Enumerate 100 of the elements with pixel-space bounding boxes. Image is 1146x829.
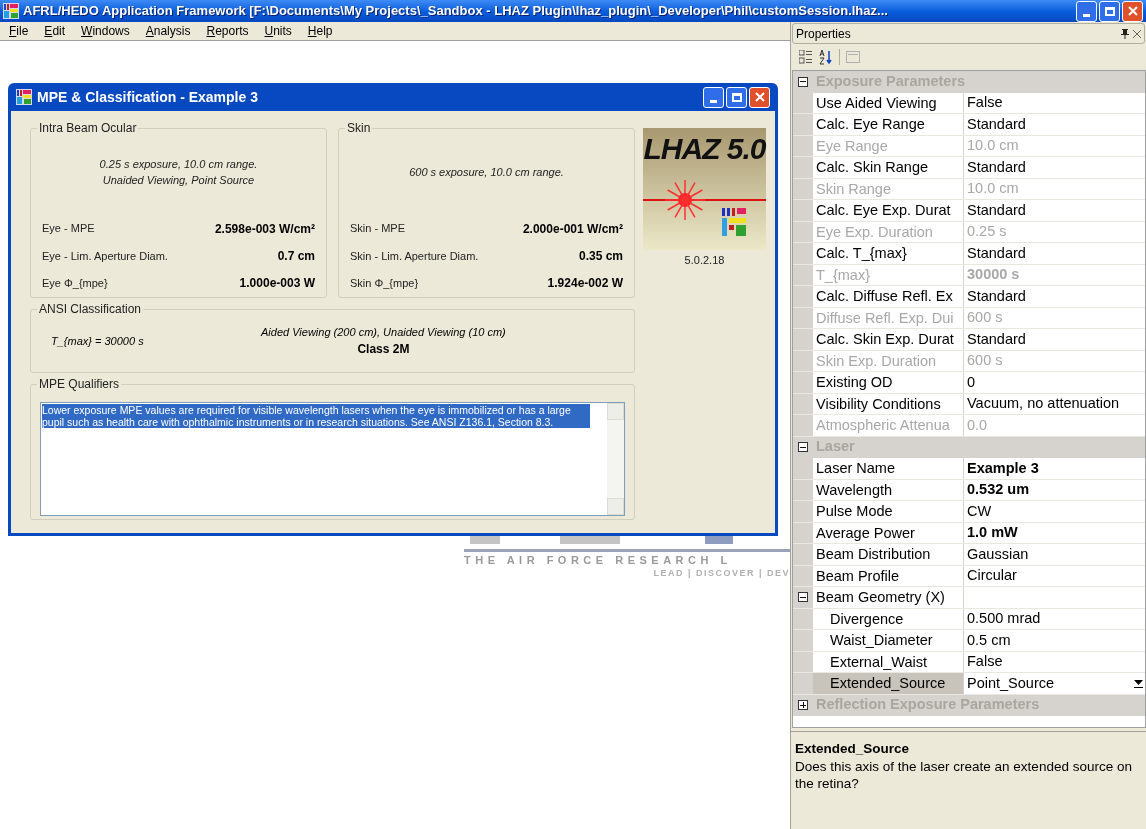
- row-gutter: [793, 135, 813, 156]
- result-value: 1.924e-002 W: [547, 275, 623, 293]
- minimize-button[interactable]: [1076, 0, 1097, 22]
- property-name[interactable]: Calc. Skin Exp. Durat: [813, 329, 964, 350]
- property-value[interactable]: Standard: [964, 328, 1026, 350]
- result-label: Skin Φ_{mpe}: [350, 276, 419, 292]
- laser-class: Class 2M: [357, 341, 410, 359]
- row-gutter: [793, 651, 813, 672]
- dialog-title: MPE & Classification - Example 3: [37, 87, 259, 107]
- property-value[interactable]: Standard: [964, 156, 1026, 178]
- result-label: Eye - MPE: [42, 221, 95, 237]
- result-value: 2.000e-001 W/cm²: [522, 220, 623, 238]
- qualifiers-text: Lower exposure MPE values are required for visible wavelength lasers when the eye is immobilized or has a large pupil such as health care with ophthalmic instruments or in research situations. See ANSI Z136.1, Section 8.3.: [42, 404, 590, 428]
- property-name[interactable]: Calc. Eye Exp. Durat: [813, 200, 964, 221]
- sort-alphabetical-icon[interactable]: [819, 49, 833, 65]
- maximize-icon: [731, 92, 742, 102]
- row-gutter: [793, 114, 813, 135]
- collapse-icon[interactable]: [798, 442, 808, 453]
- row-gutter: [793, 393, 813, 414]
- close-icon: [754, 92, 765, 102]
- property-value[interactable]: Point_Source: [964, 672, 1055, 694]
- row-gutter: [793, 329, 813, 350]
- property-name[interactable]: Extended_Source: [813, 673, 964, 694]
- exposure-summary: 600 s exposure, 10.0 cm range.: [409, 164, 564, 180]
- row-gutter: [793, 350, 813, 371]
- close-button[interactable]: [749, 86, 770, 108]
- row-gutter: [793, 286, 813, 307]
- row-gutter: [793, 479, 813, 500]
- property-value[interactable]: 0.532 um: [964, 479, 1030, 501]
- property-value[interactable]: 0.500 mrad: [964, 608, 1041, 630]
- menu-item[interactable]: File: [2, 23, 36, 39]
- maximize-button[interactable]: [1099, 0, 1120, 22]
- logo-title: LHAZ 5.0: [643, 132, 766, 166]
- row-gutter: [793, 544, 813, 565]
- property-value[interactable]: Example 3: [964, 457, 1039, 479]
- property-value[interactable]: Circular: [964, 565, 1017, 587]
- menu-item[interactable]: Units: [257, 23, 299, 39]
- property-name[interactable]: Calc. Skin Range: [813, 157, 964, 178]
- maximize-icon: [1104, 6, 1115, 16]
- exposure-summary: 0.25 s exposure, 10.0 cm range.: [99, 156, 258, 172]
- collapse-icon[interactable]: [798, 76, 808, 87]
- property-name[interactable]: Wavelength: [813, 479, 964, 500]
- menu-item[interactable]: Analysis: [138, 23, 198, 39]
- dropdown-arrow-icon[interactable]: [1134, 678, 1143, 689]
- group-title: ANSI Classification: [37, 302, 144, 316]
- expand-icon[interactable]: [798, 700, 808, 711]
- minimize-icon: [1083, 13, 1090, 17]
- window-title: AFRL/HEDO Application Framework [F:\Documents\My Projects\_Sandbox - LHAZ Plugin\lhaz_plugin\_Developer\Phil\customSession.lhaz...: [23, 2, 889, 21]
- property-value[interactable]: False: [964, 92, 1003, 114]
- row-gutter: [793, 178, 813, 199]
- categorized-icon[interactable]: [799, 50, 813, 64]
- description-title: Extended_Source: [795, 740, 911, 758]
- property-value[interactable]: CW: [964, 500, 992, 522]
- property-name[interactable]: Calc. Diffuse Refl. Ex: [813, 286, 964, 307]
- close-button[interactable]: [1122, 0, 1143, 22]
- collapse-icon[interactable]: [798, 592, 808, 603]
- result-value: 1.000e-003 W: [239, 275, 315, 293]
- exposure-summary: Unaided Viewing, Point Source: [102, 172, 255, 188]
- menu-item[interactable]: Reports: [199, 23, 256, 39]
- result-label: Skin - MPE: [350, 221, 405, 237]
- logo-motto: LEAD | DISCOVER | DEV: [653, 567, 790, 579]
- result-value: 2.598e-003 W/cm²: [214, 220, 315, 238]
- app-icon: [3, 3, 19, 19]
- property-value[interactable]: 0.5 cm: [964, 629, 1011, 651]
- row-gutter: [793, 522, 813, 543]
- qualifiers-text-area[interactable]: [40, 402, 625, 516]
- result-label: Eye - Lim. Aperture Diam.: [42, 248, 168, 264]
- menu-item[interactable]: Windows: [74, 23, 137, 39]
- panel-title: Properties: [796, 25, 851, 43]
- property-name[interactable]: Calc. T_{max}: [813, 243, 964, 264]
- menu-item[interactable]: Edit: [37, 23, 73, 39]
- minimize-button[interactable]: [703, 86, 724, 108]
- menu-item[interactable]: Help: [300, 23, 340, 39]
- maximize-button[interactable]: [726, 86, 747, 108]
- property-value[interactable]: Standard: [964, 113, 1026, 135]
- logo-tagline: THE AIR FORCE RESEARCH L: [463, 553, 732, 567]
- version-label: 5.0.2.18: [684, 253, 725, 268]
- property-value[interactable]: 1.0 mW: [964, 522, 1018, 544]
- property-value[interactable]: Vacuum, no attenuation: [964, 393, 1120, 415]
- close-icon[interactable]: [1133, 29, 1141, 38]
- property-value[interactable]: False: [964, 651, 1003, 673]
- group-title: Skin: [345, 121, 373, 135]
- group-title: Intra Beam Ocular: [37, 121, 139, 135]
- close-icon: [1127, 6, 1138, 16]
- property-name[interactable]: Visibility Conditions: [813, 393, 964, 414]
- viewing-text: Aided Viewing (200 cm), Unaided Viewing (10 cm): [261, 324, 506, 340]
- row-gutter: [793, 243, 813, 264]
- row-gutter: [793, 372, 813, 393]
- property-value[interactable]: Standard: [964, 199, 1026, 221]
- row-gutter: [793, 200, 813, 221]
- row-gutter: [793, 307, 813, 328]
- group-title: MPE Qualifiers: [37, 377, 122, 391]
- property-value[interactable]: Standard: [964, 242, 1026, 264]
- pin-icon[interactable]: [1121, 28, 1129, 39]
- app-icon: [16, 89, 32, 105]
- property-value[interactable]: Gaussian: [964, 543, 1029, 565]
- property-value[interactable]: Standard: [964, 285, 1026, 307]
- property-name[interactable]: Calc. Eye Range: [813, 114, 964, 135]
- property-value[interactable]: 0: [964, 371, 976, 393]
- property-name[interactable]: Average Power: [813, 522, 964, 543]
